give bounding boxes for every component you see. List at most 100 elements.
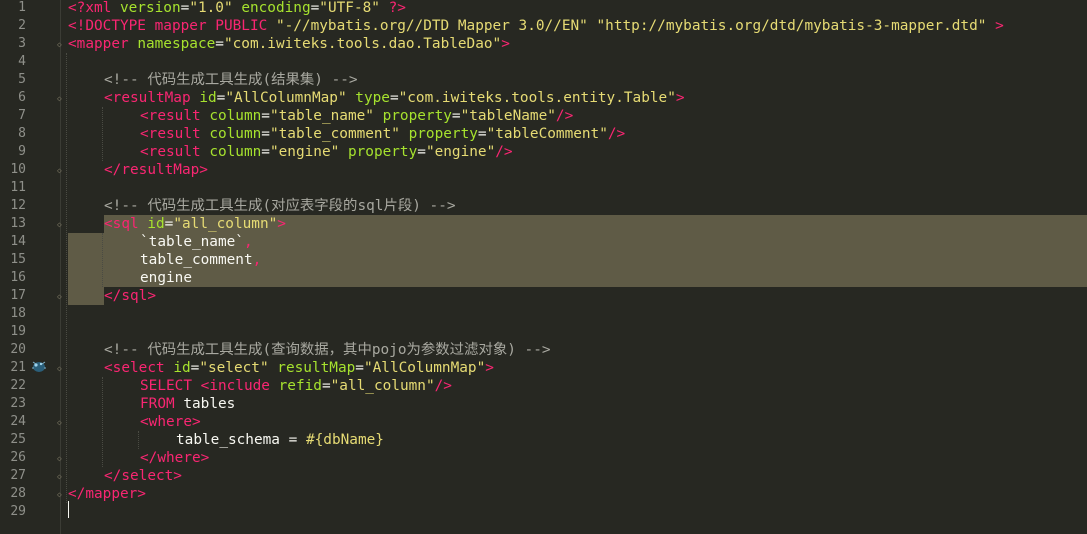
code-line[interactable]: <!-- 代码生成工具生成(对应表字段的sql片段) --> (104, 197, 456, 215)
code-line[interactable]: </sql> (104, 287, 156, 305)
code-token: <select (104, 360, 174, 376)
code-token: = (355, 360, 364, 376)
code-token: "AllColumnMap" (225, 90, 347, 106)
fold-toggle-icon[interactable]: ◇ (57, 472, 65, 482)
code-line[interactable]: `table_name`, (140, 233, 253, 251)
line-number: 8 (18, 126, 26, 141)
code-token: > (501, 36, 510, 52)
code-token: = (261, 126, 270, 142)
code-token: FROM (140, 396, 184, 412)
selection-highlight (294, 215, 1087, 233)
code-token: = (417, 144, 426, 160)
code-token: /> (434, 378, 452, 394)
code-token: <!-- 代码生成工具生成(查询数据，其中pojo为参数过滤对象) --> (104, 342, 551, 358)
code-token: column (209, 108, 262, 124)
code-editor[interactable]: 1 2 3 4 5 6 7 8 9 10 11 12 13 14 15 16 17 18 19 20 21 22 23 24 2… (0, 0, 1087, 534)
code-token: ?> (388, 0, 406, 16)
code-line[interactable]: <result column="engine" property="engine… (140, 143, 513, 161)
code-token: table_schema = (176, 432, 306, 448)
line-number: 18 (10, 306, 26, 321)
code-line[interactable]: FROM tables (140, 395, 235, 413)
line-number: 28 (10, 486, 26, 501)
code-token: = (216, 90, 226, 106)
code-token: <resultMap (104, 90, 200, 106)
code-line[interactable]: <!-- 代码生成工具生成(查询数据，其中pojo为参数过滤对象) --> (104, 341, 551, 359)
code-line[interactable]: engine (140, 269, 192, 287)
indent-guide (102, 233, 103, 287)
indent-guide (138, 431, 139, 449)
code-token: "com.iwiteks.tools.entity.Table" (398, 90, 676, 106)
code-token: "UTF-8" (319, 0, 380, 16)
code-line[interactable]: <result column="table_name" property="ta… (140, 107, 573, 125)
line-number: 22 (10, 378, 26, 393)
fold-toggle-icon[interactable]: ◇ (57, 490, 65, 500)
fold-toggle-icon[interactable]: ◇ (57, 454, 65, 464)
code-token: </where> (140, 450, 210, 466)
line-number: 5 (18, 72, 26, 87)
code-token: <!-- 代码生成工具生成(对应表字段的sql片段) --> (104, 198, 456, 214)
code-line[interactable]: <resultMap id="AllColumnMap" type="com.i… (104, 89, 685, 107)
fold-toggle-icon[interactable]: ◇ (57, 40, 65, 50)
indent-guide (102, 107, 103, 161)
code-token: > (277, 216, 286, 232)
code-token: property (382, 108, 452, 124)
code-token: "engine" (425, 144, 496, 160)
line-number: 14 (10, 234, 26, 249)
code-token: /> (555, 108, 574, 124)
code-line[interactable]: <?xml version="1.0" encoding="UTF-8" ?> (68, 0, 406, 17)
code-token: <mapper (68, 36, 138, 52)
line-number: 16 (10, 270, 26, 285)
line-number: 3 (18, 36, 26, 51)
fold-toggle-icon[interactable]: ◇ (57, 292, 65, 302)
line-number: 15 (10, 252, 26, 267)
code-line[interactable]: </resultMap> (104, 161, 208, 179)
code-line[interactable]: <sql id="all_column"> (104, 215, 286, 233)
fold-toggle-icon[interactable]: ◇ (57, 364, 65, 374)
code-token: SELECT (140, 378, 201, 394)
debug-bug-icon[interactable] (30, 358, 48, 374)
code-line[interactable]: </mapper> (68, 485, 146, 503)
line-number: 10 (10, 162, 26, 177)
fold-toggle-icon[interactable]: ◇ (57, 220, 65, 230)
code-area[interactable]: <?xml version="1.0" encoding="UTF-8" ?> <… (66, 0, 1087, 534)
code-token: column (209, 126, 262, 142)
line-number: 21 (10, 360, 26, 375)
code-line[interactable]: table_comment, (140, 251, 261, 269)
line-number: 4 (18, 54, 26, 69)
code-line[interactable]: SELECT <include refid="all_column"/> (140, 377, 452, 395)
selection-highlight (68, 269, 1087, 287)
code-line[interactable]: </where> (140, 449, 209, 467)
code-token: </mapper> (68, 486, 146, 502)
code-line[interactable]: <result column="table_comment" property=… (140, 125, 625, 143)
code-token: version (119, 0, 181, 16)
code-line[interactable]: <mapper namespace="com.iwiteks.tools.dao… (68, 35, 510, 53)
code-token: encoding (241, 0, 311, 16)
code-token: = (451, 108, 461, 124)
line-number: 29 (10, 504, 26, 519)
code-line[interactable]: <!-- 代码生成工具生成(结果集) --> (104, 71, 358, 89)
code-token: </sql> (104, 288, 156, 304)
code-token: <sql (104, 216, 148, 232)
code-token: "tableName" (460, 108, 556, 124)
code-token: = (321, 378, 331, 394)
code-token: <result (140, 144, 210, 160)
code-line[interactable]: table_schema = #{dbName} (176, 431, 384, 449)
code-token: = (310, 0, 320, 16)
fold-toggle-icon[interactable]: ◇ (57, 418, 65, 428)
code-token: > (995, 18, 1004, 34)
code-line[interactable]: <!DOCTYPE mapper PUBLIC "-//mybatis.org/… (68, 17, 1004, 35)
line-number: 13 (10, 216, 26, 231)
code-line[interactable]: </select> (104, 467, 182, 485)
line-number: 23 (10, 396, 26, 411)
code-token: <!-- 代码生成工具生成(结果集) --> (104, 72, 358, 88)
code-line[interactable]: <where> (140, 413, 201, 431)
line-number: 9 (18, 144, 26, 159)
code-token: </select> (104, 468, 182, 484)
fold-toggle-icon[interactable]: ◇ (57, 166, 65, 176)
fold-toggle-icon[interactable]: ◇ (57, 94, 65, 104)
code-line[interactable]: <select id="select" resultMap="AllColumn… (104, 359, 494, 377)
code-token: "table_name" (269, 108, 374, 124)
code-token: id (199, 90, 217, 106)
